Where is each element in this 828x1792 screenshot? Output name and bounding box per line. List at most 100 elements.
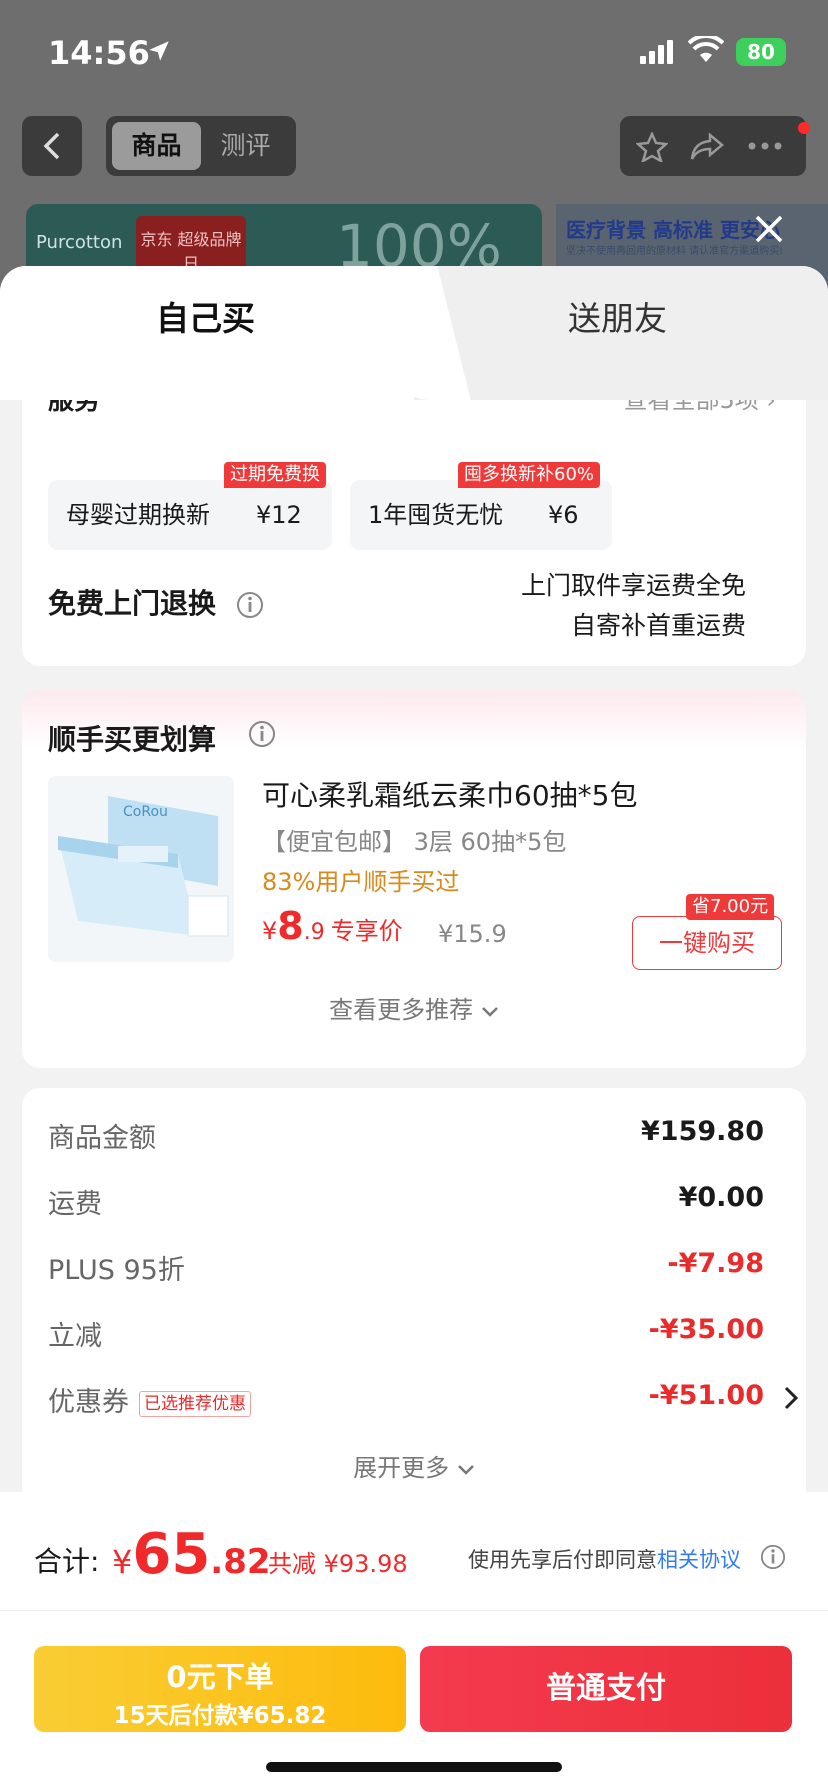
info-icon[interactable] [248,720,276,748]
tab-review[interactable]: 测评 [201,122,290,170]
svg-text:CoRou: CoRou [123,804,168,820]
tab-send-friend[interactable]: 送朋友 [568,292,667,340]
agreement-prefix: 使用先享后付即同意 [468,1548,657,1572]
price-decimal: .9 [303,920,325,945]
service-chip-label: 母婴过期换新 [66,501,210,529]
back-button[interactable] [22,116,82,176]
summary-label: 运费 [48,1189,102,1220]
chevron-down-icon [481,1007,498,1017]
summary-value: -¥7.98 [667,1248,764,1279]
purchase-mode-tabs: 自己买 送朋友 [0,266,828,400]
total-integer: 65 [132,1522,211,1587]
price-label: 专享价 [330,917,403,945]
product-price: ¥8.9 专享价 [262,904,403,948]
services-view-all[interactable]: 查看全部5项 › [623,400,776,415]
summary-row-coupon[interactable]: 优惠券 已选推荐优惠 -¥51.00 [48,1380,764,1420]
product-spec: 【便宜包邮】 3层 60抽*5包 [262,828,567,856]
price-summary-card: 商品金额 ¥159.80 运费 ¥0.00 PLUS 95折 -¥7.98 立减… [22,1088,806,1492]
service-chip-stockup[interactable]: 1年囤货无忧 ¥6 囤多换新补60% [350,462,612,550]
service-chip-price: ¥12 [256,501,302,529]
summary-label: 优惠券 [48,1387,129,1418]
free-return-line1: 上门取件享运费全免 [520,571,746,600]
save-tag: 省7.00元 [686,894,775,920]
see-more-recommend[interactable]: 查看更多推荐 [22,990,806,1025]
summary-row-discount: 立减 -¥35.00 [48,1314,764,1354]
services-card: 服务 查看全部5项 › 母婴过期换新 ¥12 过期免费换 1年囤货无忧 ¥6 囤… [22,400,806,666]
divider [0,1610,828,1611]
pay-later-sub: 15天后付款¥65.82 [113,1703,327,1729]
product-image[interactable]: CoRou [48,776,234,962]
summary-value: -¥35.00 [648,1314,764,1345]
tab-product[interactable]: 商品 [112,122,201,170]
share-icon[interactable] [690,132,724,162]
service-chip-label: 1年囤货无忧 [368,501,504,529]
coupon-tag: 已选推荐优惠 [139,1390,251,1417]
home-indicator[interactable] [266,1762,562,1772]
summary-label-wrap: 优惠券 已选推荐优惠 [48,1380,251,1419]
services-heading: 服务 [48,400,101,416]
checkout-sheet: 自己买 送朋友 服务 查看全部5项 › 母婴过期换新 ¥12 过期免费换 1年囤… [0,266,828,1792]
product-old-price: ¥15.9 [438,920,507,948]
banner-right-sub: 坚决不使用再回用的原材料 请认准官方渠道购买! [566,246,784,257]
summary-value: -¥51.00 [648,1380,764,1411]
normal-pay-button[interactable]: 普通支付 [420,1646,792,1732]
product-bought-pct: 83%用户顺手买过 [262,868,460,896]
product-review-switch: 商品 测评 [106,116,296,176]
total-label: 合计: [34,1545,100,1578]
summary-label: 立减 [48,1321,102,1352]
checkout-footer: 合计: ¥65.82 共减 ¥93.98 使用先享后付即同意相关协议 0元下单 … [0,1492,828,1792]
total-symbol: ¥ [112,1543,133,1581]
more-dots-icon[interactable] [748,142,782,150]
free-return-title: 免费上门退换 [48,582,264,622]
banner-right-title: 医疗背景 高标准 更安心 [566,218,780,242]
sheet-scroll-area[interactable]: 服务 查看全部5项 › 母婴过期换新 ¥12 过期免费换 1年囤货无忧 ¥6 囤… [0,400,828,1492]
info-icon[interactable] [236,591,264,619]
service-chip-expiry[interactable]: 母婴过期换新 ¥12 过期免费换 [48,462,332,550]
chevron-right-icon[interactable] [784,1386,798,1410]
summary-value: ¥0.00 [678,1182,764,1213]
battery-indicator: 80 [736,38,786,66]
chevron-down-icon [457,1465,474,1475]
pay-later-title: 0元下单 [166,1660,274,1694]
tab-buy-self[interactable]: 自己买 [156,292,255,340]
agreement-text: 使用先享后付即同意相关协议 [468,1544,741,1574]
summary-row-goods: 商品金额 ¥159.80 [48,1116,764,1156]
service-chip-tag: 囤多换新补60% [458,462,601,488]
star-icon[interactable] [636,132,668,162]
notification-dot [798,122,810,134]
nav-actions [620,116,806,176]
service-chip-price: ¥6 [548,501,579,529]
summary-row-plus: PLUS 95折 -¥7.98 [48,1248,764,1288]
status-bar: 14:56 80 [0,0,828,100]
summary-label: 商品金额 [48,1123,156,1154]
wifi-icon [688,36,724,62]
total-decimal: .82 [210,1542,271,1582]
expand-more[interactable]: 展开更多 [22,1448,806,1483]
close-icon[interactable] [752,212,786,246]
recommend-card: 顺手买更划算 CoRou 可心柔乳霜纸云柔巾60抽*5包 【便宜包邮】 3层 6… [22,690,806,1068]
recommend-title: 顺手买更划算 [48,723,217,756]
summary-value: ¥159.80 [641,1116,764,1147]
status-time: 14:56 [48,34,150,72]
total-price: ¥65.82 [112,1522,271,1587]
price-symbol: ¥ [262,917,278,945]
see-more-label: 查看更多推荐 [329,996,474,1024]
free-return-label: 免费上门退换 [48,587,217,620]
one-click-buy-button[interactable]: 一键购买 [632,916,782,970]
total-saved: 共减 ¥93.98 [268,1550,408,1578]
product-name[interactable]: 可心柔乳霜纸云柔巾60抽*5包 [262,774,637,814]
banner-brand: Purcotton [36,232,123,253]
chevron-left-icon [43,132,60,160]
free-return-line2: 自寄补首重运费 [570,611,746,640]
cellular-signal-icon [640,40,673,64]
summary-row-shipping: 运费 ¥0.00 [48,1182,764,1222]
info-icon[interactable] [760,1544,786,1570]
pay-later-button[interactable]: 0元下单 15天后付款¥65.82 [34,1646,406,1732]
services-view-all-label: 查看全部5项 [623,400,759,414]
service-chip-tag: 过期免费换 [224,462,326,488]
expand-more-label: 展开更多 [353,1454,450,1482]
tissue-pack-image: CoRou [48,776,234,962]
location-arrow-icon [149,41,169,61]
summary-label: PLUS 95折 [48,1255,185,1286]
agreement-link[interactable]: 相关协议 [657,1548,741,1572]
